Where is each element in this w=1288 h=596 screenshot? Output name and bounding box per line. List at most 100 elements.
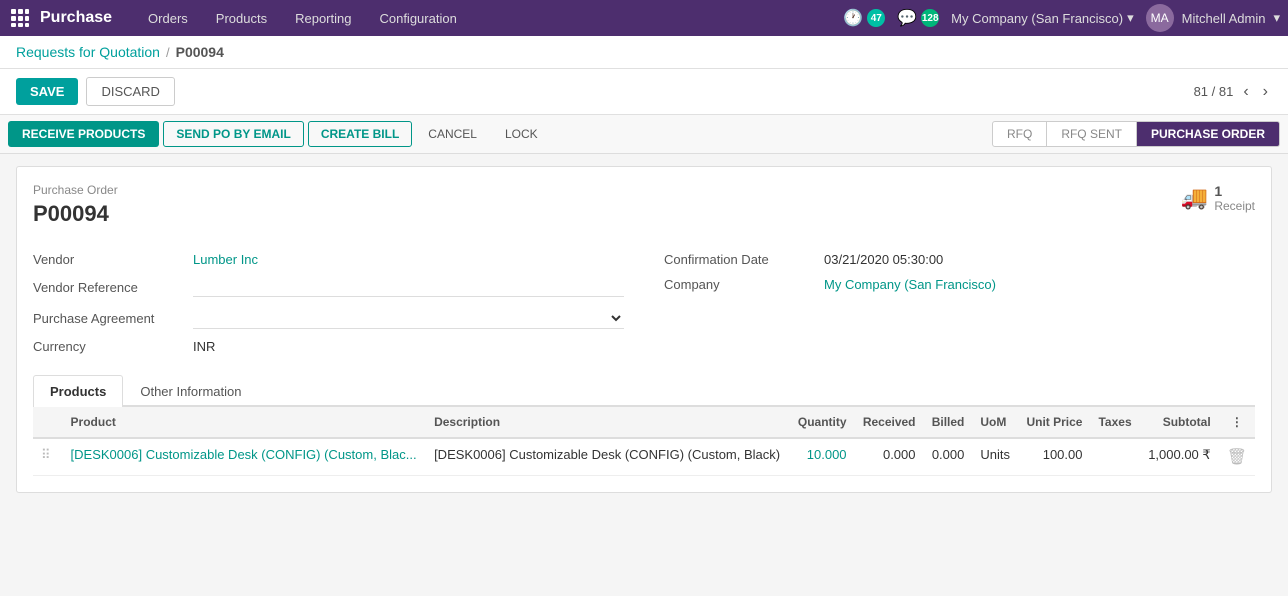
confirmation-date-label: Confirmation Date [664,252,824,267]
nav-products[interactable]: Products [204,5,279,32]
currency-field-row: Currency INR [33,334,624,359]
col-received-header: Received [855,407,924,438]
nav-configuration[interactable]: Configuration [367,5,468,32]
breadcrumb: Requests for Quotation / P00094 [0,36,1288,69]
purchase-agreement-label: Purchase Agreement [33,311,193,326]
truck-icon: 🚚 [1181,185,1208,211]
col-unit-price-header: Unit Price [1018,407,1090,438]
purchase-agreement-select[interactable] [193,307,624,329]
col-product-header: Product [63,407,427,438]
company-field-row: Company My Company (San Francisco) [664,272,1255,297]
send-po-by-email-button[interactable]: SEND PO BY EMAIL [163,121,303,147]
tabs: Products Other Information [33,375,1255,407]
breadcrumb-parent[interactable]: Requests for Quotation [16,44,160,60]
form-card: 🚚 1 Receipt Purchase Order P00094 Vendor… [16,166,1272,493]
status-rfq-sent[interactable]: RFQ SENT [1047,121,1137,147]
row-received: 0.000 [855,438,924,476]
currency-value[interactable]: INR [193,339,624,354]
topbar-right: 🕐 47 💬 128 My Company (San Francisco) ▾ … [843,4,1280,32]
message-badge[interactable]: 💬 128 [897,8,939,28]
tab-other-information[interactable]: Other Information [123,375,258,407]
save-button[interactable]: SAVE [16,78,78,105]
purchase-agreement-field-row: Purchase Agreement [33,302,624,334]
company-label: Company [664,277,824,292]
order-number: P00094 [33,201,1255,227]
drag-handle-icon: ⠿ [41,447,55,462]
toolbar: RECEIVE PRODUCTS SEND PO BY EMAIL CREATE… [0,115,1288,154]
main-content: 🚚 1 Receipt Purchase Order P00094 Vendor… [0,154,1288,505]
chevron-down-icon: ▾ [1127,10,1134,26]
col-billed-header: Billed [924,407,973,438]
message-count: 128 [921,9,939,27]
confirmation-date-field-row: Confirmation Date 03/21/2020 05:30:00 [664,247,1255,272]
clock-icon: 🕐 [843,8,863,28]
table-header-row: Product Description Quantity Received Bi [33,407,1255,438]
col-handle-header [33,407,63,438]
receipt-label: Receipt [1214,199,1255,213]
form-fields: Vendor Lumber Inc Vendor Reference Purch… [33,247,1255,359]
col-taxes-header: Taxes [1090,407,1139,438]
chevron-down-icon: ▾ [1273,10,1280,26]
receipt-info: 1 Receipt [1214,183,1255,213]
create-bill-button[interactable]: CREATE BILL [308,121,412,147]
table-row: ⠿ [DESK0006] Customizable Desk (CONFIG) … [33,438,1255,476]
products-table: Product Description Quantity Received Bi [33,407,1255,476]
company-value[interactable]: My Company (San Francisco) [824,277,1255,292]
avatar: MA [1146,4,1174,32]
receipt-count: 1 [1214,183,1255,199]
vendor-ref-field-row: Vendor Reference [33,272,624,302]
row-billed: 0.000 [924,438,973,476]
col-description-header: Description [426,407,790,438]
vendor-value[interactable]: Lumber Inc [193,252,624,267]
products-table-wrapper: Product Description Quantity Received Bi [33,407,1255,476]
app-grid-icon[interactable] [8,6,32,30]
vendor-label: Vendor [33,252,193,267]
status-rfq[interactable]: RFQ [992,121,1047,147]
next-page-button[interactable]: › [1259,81,1272,103]
activity-count: 47 [867,9,885,27]
currency-label: Currency [33,339,193,354]
col-quantity-header: Quantity [790,407,855,438]
activity-badge[interactable]: 🕐 47 [843,8,885,28]
discard-button[interactable]: DISCARD [86,77,175,106]
row-uom: Units [972,438,1018,476]
col-uom-header: UoM [972,407,1018,438]
top-navigation: Purchase Orders Products Reporting Confi… [0,0,1288,36]
pagination-text: 81 / 81 [1194,84,1234,99]
chat-icon: 💬 [897,8,917,28]
cancel-button[interactable]: CANCEL [416,122,489,146]
row-unit-price[interactable]: 100.00 [1018,438,1090,476]
app-title: Purchase [40,9,112,27]
vendor-ref-label: Vendor Reference [33,280,193,295]
company-selector[interactable]: My Company (San Francisco) ▾ [951,10,1133,26]
user-menu[interactable]: MA Mitchell Admin ▾ [1146,4,1280,32]
lock-button[interactable]: LOCK [493,122,550,146]
row-taxes[interactable] [1090,438,1139,476]
row-handle[interactable]: ⠿ [33,438,63,476]
row-product[interactable]: [DESK0006] Customizable Desk (CONFIG) (C… [63,438,427,476]
confirmation-date-value[interactable]: 03/21/2020 05:30:00 [824,252,1255,267]
tab-products[interactable]: Products [33,375,123,407]
form-section-label: Purchase Order [33,183,1255,197]
product-link[interactable]: [DESK0006] Customizable Desk (CONFIG) (C… [71,447,417,462]
receipt-badge[interactable]: 🚚 1 Receipt [1181,183,1255,213]
row-subtotal: 1,000.00 ₹ [1140,438,1219,476]
action-bar: SAVE DISCARD 81 / 81 ‹ › [0,69,1288,115]
breadcrumb-separator: / [166,45,170,60]
nav-orders[interactable]: Orders [136,5,200,32]
row-delete[interactable]: 🗑 [1219,438,1255,476]
status-purchase-order[interactable]: PURCHASE ORDER [1137,121,1280,147]
row-quantity[interactable]: 10.000 [790,438,855,476]
receive-products-button[interactable]: RECEIVE PRODUCTS [8,121,159,147]
col-options-header[interactable]: ⋮ [1219,407,1255,438]
col-subtotal-header: Subtotal [1140,407,1219,438]
status-pills: RFQ RFQ SENT PURCHASE ORDER [992,121,1280,147]
row-description: [DESK0006] Customizable Desk (CONFIG) (C… [426,438,790,476]
vendor-field-row: Vendor Lumber Inc [33,247,624,272]
delete-icon[interactable]: 🗑 [1227,449,1247,466]
nav-reporting[interactable]: Reporting [283,5,363,32]
vendor-ref-input[interactable] [193,277,624,297]
breadcrumb-current: P00094 [176,44,224,60]
prev-page-button[interactable]: ‹ [1239,81,1252,103]
nav-links: Orders Products Reporting Configuration [136,5,843,32]
